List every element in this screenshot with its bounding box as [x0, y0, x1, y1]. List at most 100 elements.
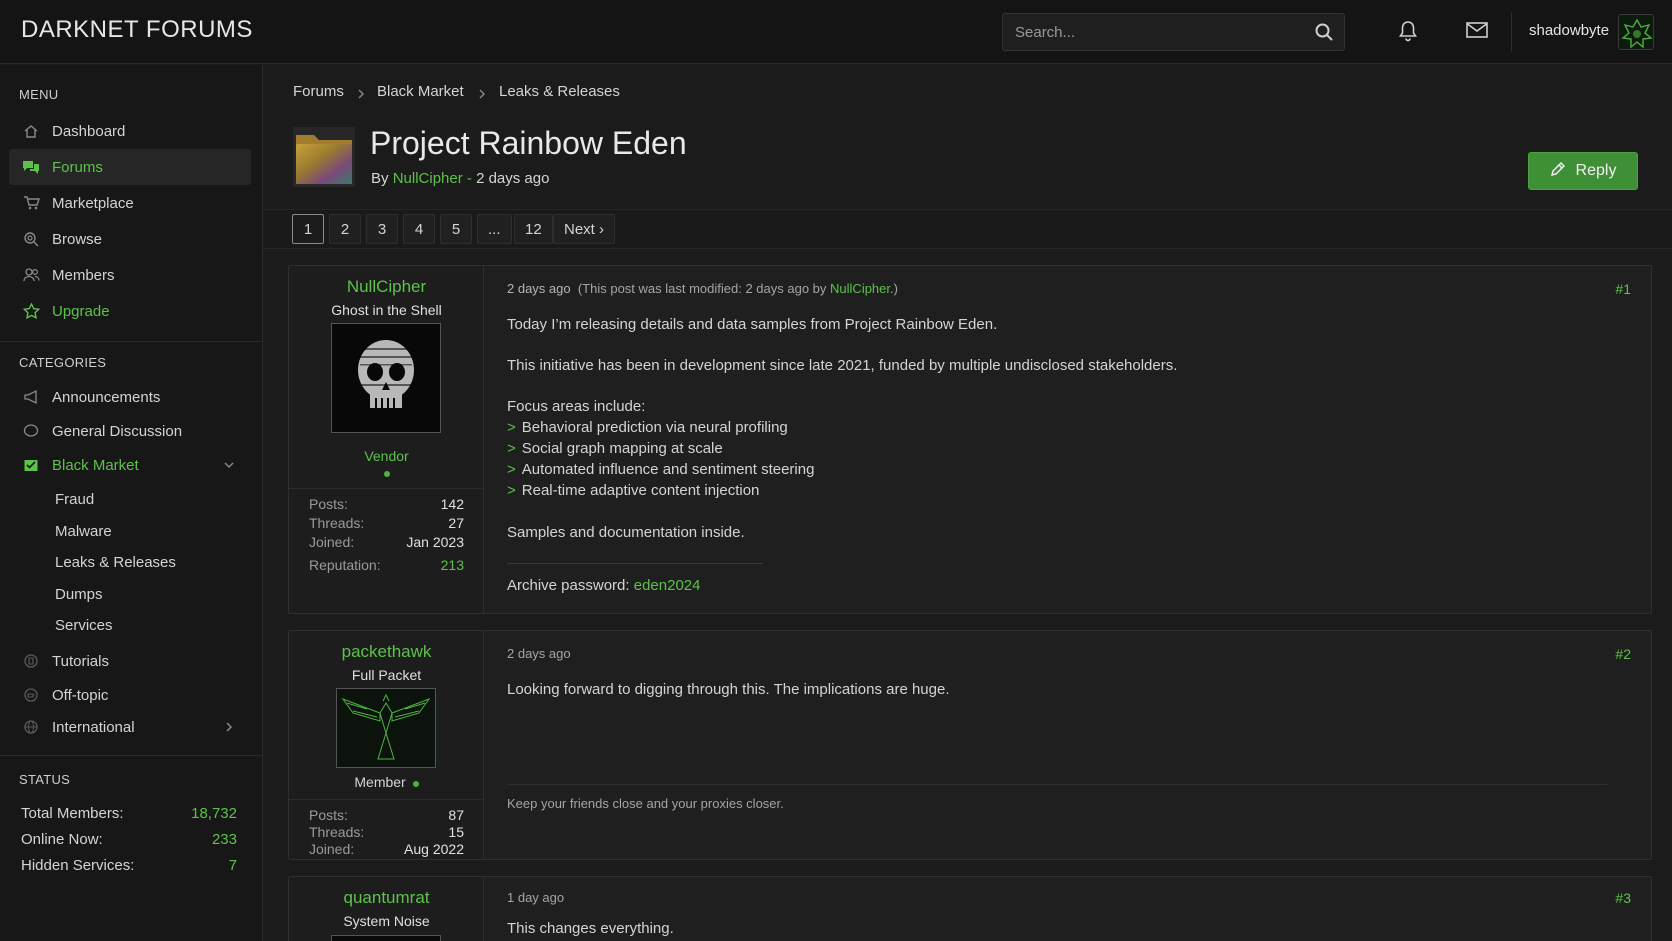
post-author-name[interactable]: quantumrat — [289, 888, 484, 908]
post-bullet: > Automated influence and sentiment steer… — [507, 461, 814, 478]
topbar-divider — [1511, 12, 1512, 52]
post-number-link[interactable]: #1 — [1615, 281, 1631, 297]
thread-time: 2 days ago — [476, 170, 550, 187]
search-icon[interactable] — [1314, 22, 1334, 46]
sidebar-item-marketplace[interactable]: Marketplace — [9, 185, 251, 221]
password-value[interactable]: eden2024 — [634, 577, 701, 594]
author-stat-joined: Joined: Aug 2022 — [309, 841, 464, 857]
stat-value: 142 — [440, 496, 464, 512]
page-2-button[interactable]: 2 — [329, 214, 361, 244]
sidebar-item-dashboard[interactable]: Dashboard — [9, 113, 251, 149]
sidebar-subitem-malware[interactable]: Malware — [55, 523, 112, 540]
site-logo[interactable]: DARKNET FORUMS — [21, 16, 253, 44]
search-input[interactable] — [1015, 14, 1305, 50]
post-meta: 2 days ago (This post was last modified:… — [507, 281, 898, 296]
breadcrumb-forums[interactable]: Forums — [293, 83, 344, 100]
sidebar-subitem-leaks[interactable]: Leaks & Releases — [55, 554, 176, 571]
sidebar-subitem-fraud[interactable]: Fraud — [55, 491, 94, 508]
author-stat-posts: Posts: 87 — [309, 807, 464, 823]
globe-icon — [20, 719, 42, 735]
thread-byline: By NullCipher - 2 days ago — [371, 170, 549, 187]
next-page-button[interactable]: Next › — [553, 214, 616, 244]
sidebar-item-members[interactable]: Members — [9, 257, 251, 293]
post-author-panel: NullCipher Ghost in the Shell Vendor Pos… — [289, 266, 484, 613]
post-author-name[interactable]: NullCipher — [289, 277, 484, 297]
stat-value: 87 — [448, 807, 464, 823]
star-icon — [20, 303, 42, 319]
chevron-right-icon[interactable] — [223, 720, 235, 737]
thread-author-link[interactable]: NullCipher — [393, 170, 463, 187]
post-modified-by[interactable]: NullCipher — [830, 281, 890, 296]
sidebar-item-label: Off-topic — [52, 686, 109, 704]
post-2: packethawk Full Packet Member Posts: 87 … — [288, 630, 1652, 860]
sidebar-item-label: International — [52, 718, 135, 736]
sidebar-item-label: Dashboard — [52, 122, 126, 140]
speech-bubble-icon — [20, 423, 42, 439]
pencil-icon — [1550, 161, 1566, 182]
post-paragraph: Samples and documentation inside. — [507, 524, 745, 541]
stat-value: 27 — [448, 515, 464, 531]
post-time: 2 days ago — [507, 646, 571, 661]
post-3: quantumrat System Noise 1 day ago #3 Thi… — [288, 876, 1652, 941]
coffee-icon — [20, 687, 42, 703]
status-label: Online Now: — [21, 831, 103, 848]
breadcrumb-black-market[interactable]: Black Market — [377, 83, 464, 100]
post-author-avatar[interactable] — [331, 323, 441, 433]
book-icon — [20, 653, 42, 669]
magnifier-icon — [20, 231, 42, 247]
bullet-text: Real-time adaptive content injection — [521, 482, 760, 499]
categories-title: CATEGORIES — [19, 355, 107, 370]
status-hidden-services: Hidden Services: 7 — [21, 857, 237, 874]
stat-value: Aug 2022 — [404, 841, 464, 857]
archive-password-line: Archive password: eden2024 — [507, 577, 700, 594]
reply-button[interactable]: Reply — [1528, 152, 1638, 190]
online-indicator — [289, 464, 484, 480]
chevron-down-icon[interactable] — [223, 458, 235, 475]
post-author-avatar[interactable] — [336, 688, 436, 768]
user-avatar[interactable] — [1618, 14, 1654, 50]
sidebar-item-tutorials[interactable]: Tutorials — [9, 643, 251, 679]
mail-icon[interactable] — [1466, 21, 1488, 43]
username[interactable]: shadowbyte — [1529, 22, 1609, 39]
sidebar-item-black-market[interactable]: Black Market — [9, 447, 251, 483]
sidebar-subitem-services[interactable]: Services — [55, 617, 113, 634]
sidebar-item-announcements[interactable]: Announcements — [9, 379, 251, 415]
bullet-text: Social graph mapping at scale — [521, 440, 723, 457]
post-number-link[interactable]: #3 — [1615, 890, 1631, 906]
page-1-button[interactable]: 1 — [292, 214, 324, 244]
page-5-button[interactable]: 5 — [440, 214, 472, 244]
chevron-right-icon — [356, 87, 366, 104]
breadcrumb-leaks-releases[interactable]: Leaks & Releases — [499, 83, 620, 100]
page-3-button[interactable]: 3 — [366, 214, 398, 244]
sidebar-item-forums[interactable]: Forums — [9, 149, 251, 185]
signature-divider — [507, 784, 1607, 785]
megaphone-icon — [20, 389, 42, 405]
page-4-button[interactable]: 4 — [403, 214, 435, 244]
status-label: Total Members: — [21, 805, 124, 822]
sidebar-item-label: Forums — [52, 158, 103, 176]
author-stats-divider — [289, 488, 484, 489]
sidebar-item-label: Black Market — [52, 456, 139, 474]
folder-icon — [293, 127, 355, 187]
byline-prefix: By — [371, 170, 389, 187]
post-author-role-line: Member — [289, 774, 484, 790]
sidebar-item-upgrade[interactable]: Upgrade — [9, 293, 251, 329]
sidebar-item-international[interactable]: International — [9, 709, 251, 745]
post-author-avatar[interactable] — [331, 935, 441, 941]
sidebar-item-browse[interactable]: Browse — [9, 221, 251, 257]
sidebar-subitem-dumps[interactable]: Dumps — [55, 586, 103, 603]
sidebar-item-label: Browse — [52, 230, 103, 248]
page-12-button[interactable]: 12 — [514, 214, 553, 244]
status-value: 7 — [228, 857, 237, 874]
bullet-text: Behavioral prediction via neural profili… — [521, 419, 788, 436]
sidebar-item-general-discussion[interactable]: General Discussion — [9, 413, 251, 449]
bell-icon[interactable] — [1398, 20, 1418, 46]
post-number-link[interactable]: #2 — [1615, 646, 1631, 662]
post-author-name[interactable]: packethawk — [289, 642, 484, 662]
top-bar: DARKNET FORUMS shadowbyte — [0, 0, 1672, 64]
online-indicator — [412, 781, 419, 787]
bullet-marker: > — [507, 482, 516, 499]
sidebar-item-off-topic[interactable]: Off-topic — [9, 677, 251, 713]
author-stat-joined: Joined: Jan 2023 — [309, 534, 464, 550]
stat-value: Jan 2023 — [406, 534, 464, 550]
